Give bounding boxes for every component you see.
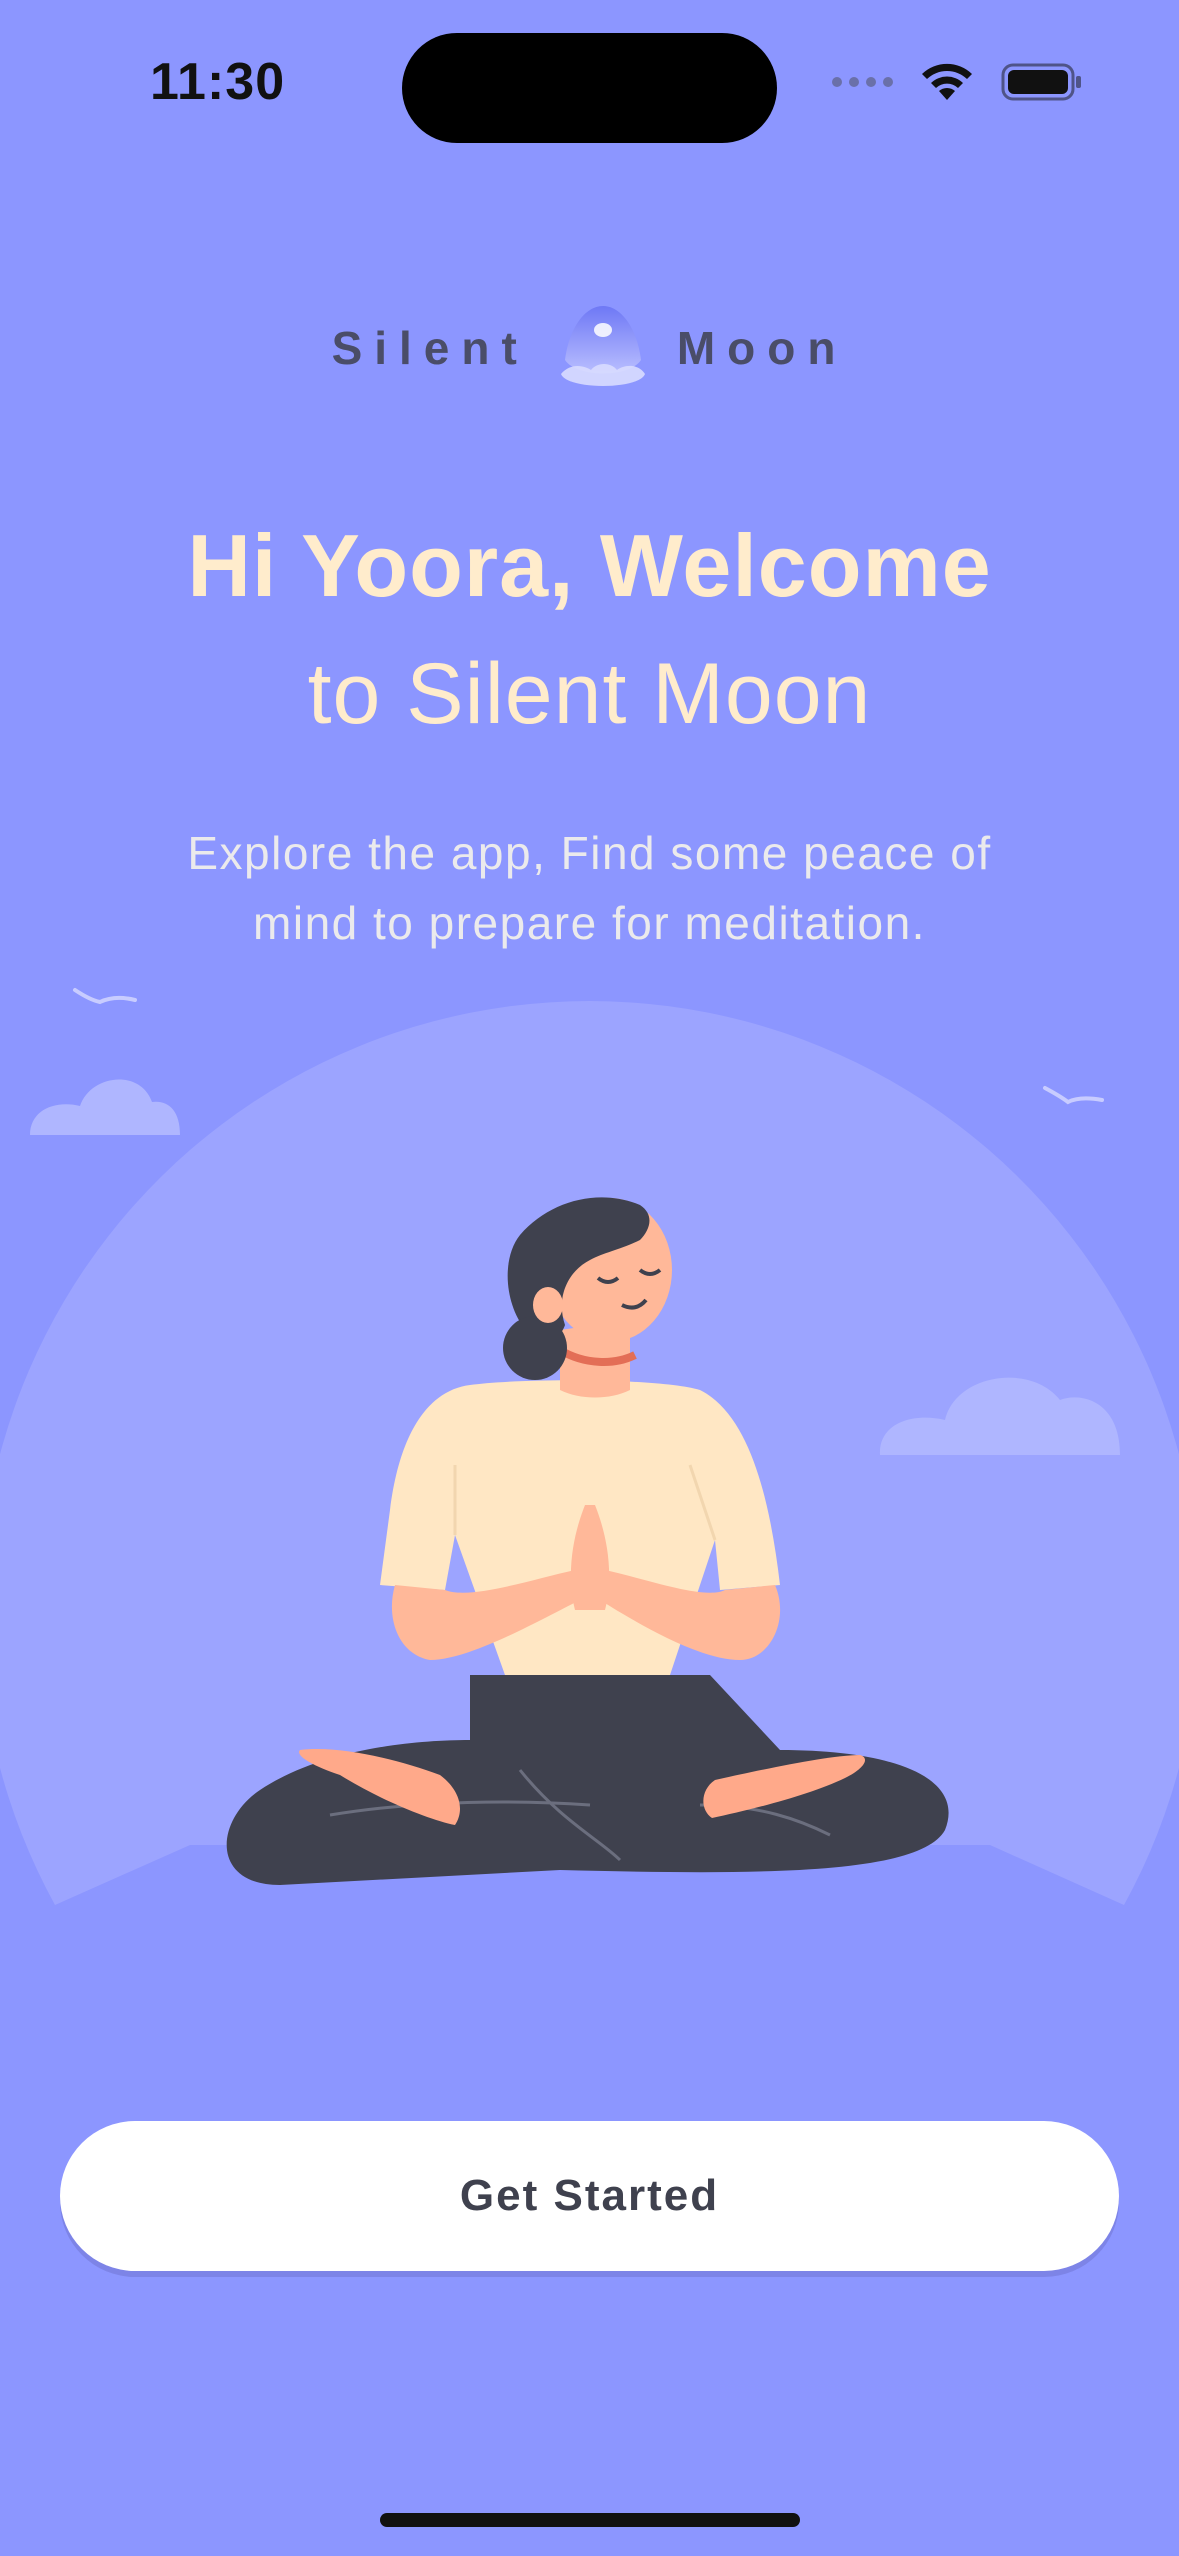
welcome-headline-secondary: to Silent Moon: [307, 646, 872, 742]
logo-word-right: Moon: [676, 322, 848, 374]
logo-word-left: Silent: [331, 322, 529, 374]
battery-icon: [1001, 63, 1081, 101]
cloud-left-icon: [30, 1079, 180, 1135]
status-icons: [832, 62, 1083, 102]
get-started-label: Get Started: [459, 2171, 720, 2220]
welcome-screen: 11:30 Silent Moon Hi Yoora, Welcome to S…: [0, 0, 1179, 2556]
moon-logo-icon: [560, 306, 645, 386]
signal-dots-icon: [832, 77, 893, 87]
app-logo: Silent Moon: [0, 300, 1179, 396]
welcome-headline: Hi Yoora, Welcome: [187, 516, 992, 615]
dynamic-island: [402, 33, 777, 143]
meditating-woman-illustration: [0, 988, 1179, 1905]
status-time: 11:30: [150, 53, 286, 111]
welcome-subtitle: Explore the app, Find some peace of mind…: [187, 827, 992, 949]
get-started-button[interactable]: Get Started: [60, 2121, 1119, 2271]
home-indicator[interactable]: [380, 2513, 800, 2527]
wifi-icon: [922, 63, 972, 100]
